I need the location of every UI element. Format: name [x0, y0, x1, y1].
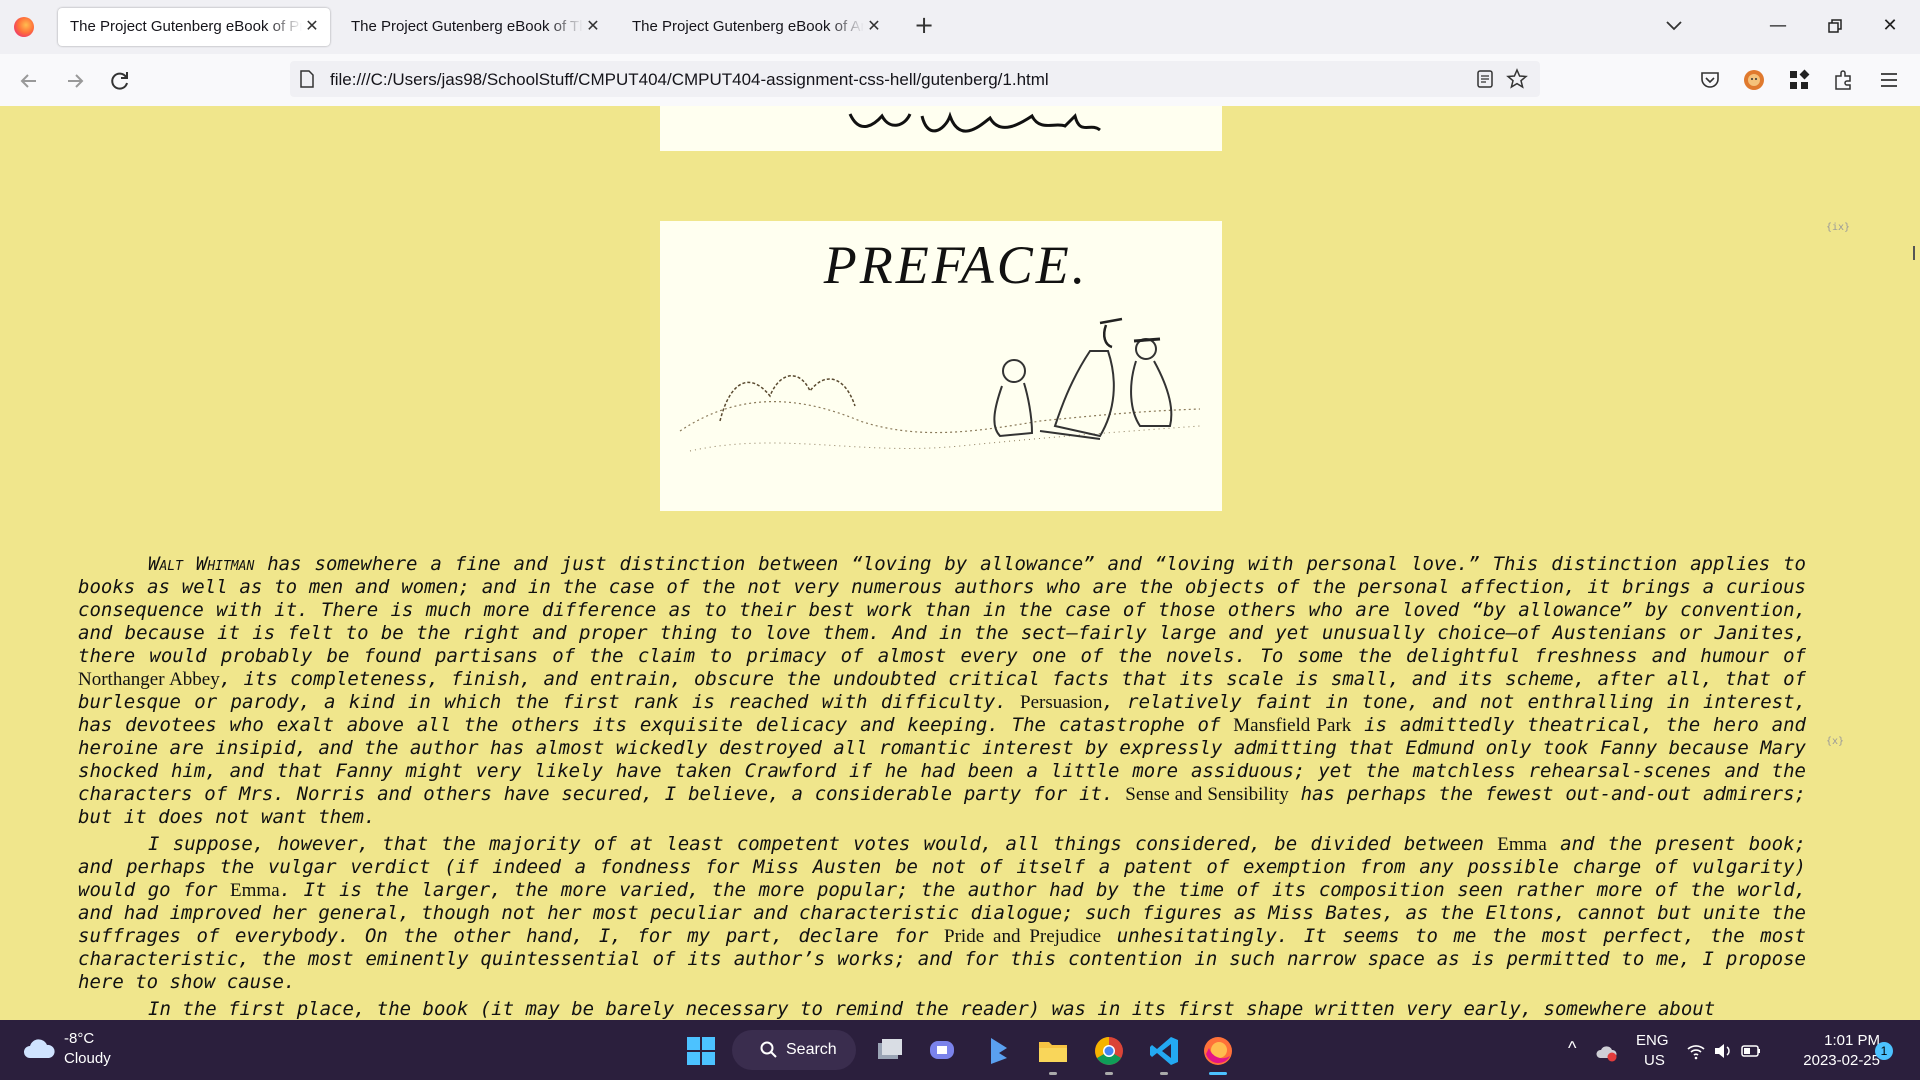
address-bar[interactable]: file:///C:/Users/jas98/SchoolStuff/CMPUT… — [290, 61, 1540, 97]
input-language[interactable]: ENG — [1636, 1032, 1669, 1049]
scrollbar-thumb[interactable] — [1913, 246, 1915, 260]
teams-chat-icon[interactable] — [926, 1034, 960, 1068]
file-explorer-icon[interactable] — [1036, 1034, 1070, 1068]
extensions-grid-icon[interactable] — [1787, 68, 1811, 92]
search-label: Search — [786, 1041, 837, 1058]
tab-third-book[interactable]: The Project Gutenberg eBook of Ani ✕ — [620, 8, 892, 46]
page-number-marker: {x} — [1826, 736, 1845, 747]
chrome-icon[interactable] — [1092, 1034, 1126, 1068]
notification-count-badge[interactable]: 1 — [1875, 1042, 1893, 1060]
active-app-indicator — [1209, 1072, 1227, 1075]
bookmark-star-icon[interactable] — [1506, 68, 1528, 90]
task-view-icon[interactable] — [872, 1034, 906, 1068]
url-text[interactable]: file:///C:/Users/jas98/SchoolStuff/CMPUT… — [330, 70, 1049, 90]
firefox-logo-icon[interactable] — [14, 17, 34, 37]
firefox-taskbar-icon[interactable] — [1201, 1034, 1235, 1068]
input-region[interactable]: US — [1644, 1052, 1665, 1069]
new-tab-plus-icon[interactable]: + — [912, 13, 936, 38]
running-indicator — [1160, 1072, 1168, 1075]
tab-strip: The Project Gutenberg eBook of Pric ✕ Th… — [0, 0, 1920, 54]
search-icon — [760, 1041, 777, 1058]
page-number-marker: {ix} — [1826, 222, 1851, 233]
cloud-weather-icon[interactable] — [22, 1038, 56, 1060]
restore-window-icon[interactable] — [1823, 14, 1847, 38]
close-window-icon[interactable]: ✕ — [1878, 14, 1902, 38]
preface-illustration: PREFACE. — [660, 221, 1222, 511]
show-hidden-icons-chevron-icon[interactable]: ^ — [1568, 1038, 1576, 1059]
page-content: PREFACE. {ix} {x} Walt Whitman has somew… — [0, 106, 1920, 1020]
close-tab-icon[interactable]: ✕ — [583, 16, 603, 36]
forward-arrow-icon[interactable] — [62, 68, 88, 94]
pocket-icon[interactable] — [1698, 68, 1722, 92]
app-menu-hamburger-icon[interactable] — [1877, 68, 1901, 92]
windows-taskbar: -8°C Cloudy Search ^ ENG US 1:01 PM 2023… — [0, 1020, 1920, 1080]
wifi-icon[interactable] — [1686, 1042, 1706, 1060]
clock-time[interactable]: 1:01 PM — [1824, 1032, 1880, 1049]
reload-icon[interactable] — [107, 68, 133, 94]
tab-title: The Project Gutenberg eBook of Pric — [70, 18, 302, 35]
preface-heading: PREFACE. — [823, 235, 1088, 295]
paragraph: Walt Whitman has somewhere a fine and ju… — [78, 553, 1806, 828]
taskbar-search-button[interactable]: Search — [732, 1030, 856, 1070]
onedrive-status-icon[interactable] — [1596, 1042, 1618, 1062]
reader-view-icon[interactable] — [1476, 70, 1494, 88]
navigation-toolbar: file:///C:/Users/jas98/SchoolStuff/CMPUT… — [0, 54, 1920, 107]
close-tab-icon[interactable]: ✕ — [864, 16, 884, 36]
paragraph: In the first place, the book (it may be … — [148, 998, 1716, 1020]
running-indicator — [1105, 1072, 1113, 1075]
bing-copilot-icon[interactable] — [981, 1034, 1015, 1068]
file-page-icon[interactable] — [300, 70, 314, 88]
signature-illustration — [660, 106, 1222, 151]
preface-body-text: Walt Whitman has somewhere a fine and ju… — [78, 553, 1806, 1020]
vscode-icon[interactable] — [1147, 1034, 1181, 1068]
account-avatar-icon[interactable] — [1742, 68, 1766, 92]
weather-condition[interactable]: Cloudy — [64, 1050, 111, 1067]
extensions-puzzle-icon[interactable] — [1832, 68, 1856, 92]
running-indicator — [1049, 1072, 1057, 1075]
minimize-window-icon[interactable]: — — [1766, 14, 1790, 38]
tab-second-book[interactable]: The Project Gutenberg eBook of The ✕ — [339, 8, 611, 46]
tab-pride-and-prejudice[interactable]: The Project Gutenberg eBook of Pric ✕ — [58, 8, 330, 46]
battery-icon[interactable] — [1740, 1042, 1762, 1060]
tab-title: The Project Gutenberg eBook of The — [351, 18, 583, 35]
back-arrow-icon[interactable] — [16, 68, 42, 94]
volume-icon[interactable] — [1713, 1042, 1733, 1060]
paragraph: I suppose, however, that the majority of… — [78, 833, 1806, 993]
weather-temperature[interactable]: -8°C — [64, 1030, 94, 1047]
tab-title: The Project Gutenberg eBook of Ani — [632, 18, 864, 35]
windows-start-icon[interactable] — [684, 1034, 718, 1068]
list-all-tabs-chevron-icon[interactable] — [1662, 16, 1686, 36]
clock-date[interactable]: 2023-02-25 — [1803, 1052, 1880, 1069]
close-tab-icon[interactable]: ✕ — [302, 16, 322, 36]
